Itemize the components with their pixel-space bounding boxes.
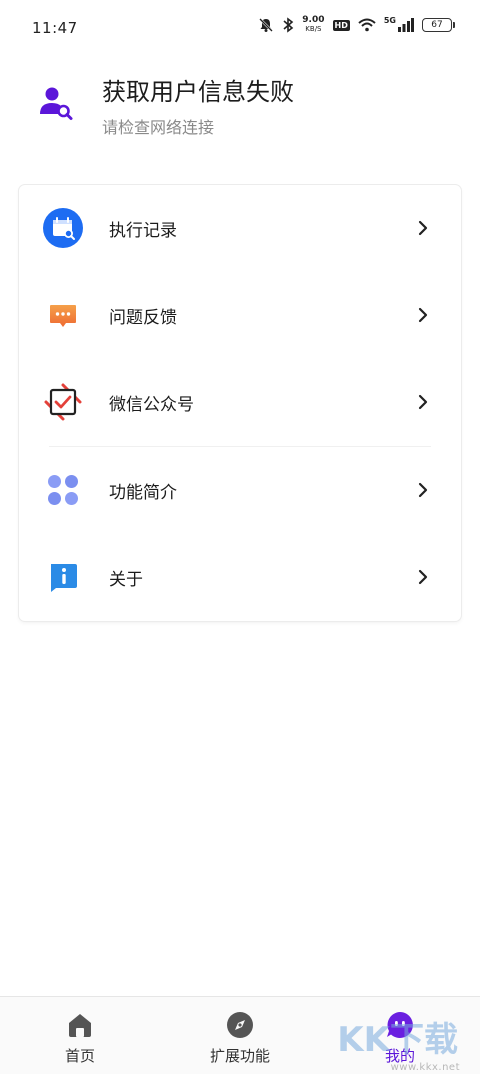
menu-item-wechat-official[interactable]: 微信公众号	[19, 359, 461, 445]
calendar-search-icon	[43, 208, 83, 248]
chevron-right-icon	[418, 569, 428, 585]
user-header[interactable]: 获取用户信息失败 请检查网络连接	[0, 60, 480, 160]
status-icons: 9.00 KB/S HD 5G 67	[258, 15, 455, 34]
menu-item-label: 微信公众号	[109, 395, 194, 415]
chevron-right-icon	[418, 220, 428, 236]
menu-item-label: 关于	[109, 570, 143, 590]
bluetooth-icon	[283, 17, 294, 33]
mute-icon	[259, 18, 274, 32]
menu-item-about[interactable]: 关于	[19, 534, 461, 620]
menu-card: 执行记录 问题反馈 微信公众号 功能简介 关于	[19, 185, 461, 621]
chevron-right-icon	[418, 394, 428, 410]
battery-indicator: 67	[422, 18, 455, 32]
nav-tab-home[interactable]: 首页	[0, 997, 160, 1074]
status-time: 11:47	[32, 19, 78, 37]
signal-icon	[398, 18, 414, 32]
home-icon	[69, 1014, 91, 1037]
compass-icon	[227, 1012, 253, 1038]
menu-item-feedback[interactable]: 问题反馈	[19, 272, 461, 358]
nav-label: 扩展功能	[209, 1047, 270, 1065]
menu-item-execution-log[interactable]: 执行记录	[19, 185, 461, 271]
hd-badge: HD	[332, 19, 350, 31]
status-bar: 11:47 9.00 KB/S HD 5G 67	[0, 0, 480, 56]
nav-label: 首页	[64, 1047, 95, 1065]
watermark-url: www.kkx.net	[390, 1062, 460, 1073]
menu-item-label: 执行记录	[109, 221, 177, 241]
user-status-subtitle: 请检查网络连接	[102, 118, 215, 137]
checkbox-icon	[43, 382, 83, 422]
network-type: 5G	[383, 16, 396, 25]
user-status-title: 获取用户信息失败	[102, 78, 294, 106]
four-petal-icon	[43, 470, 83, 510]
net-speed: 9.00 KB/S	[302, 15, 325, 34]
menu-item-label: 功能简介	[109, 483, 177, 503]
info-bubble-icon	[43, 557, 83, 597]
nav-tab-extensions[interactable]: 扩展功能	[160, 997, 320, 1074]
chevron-right-icon	[418, 307, 428, 323]
menu-item-label: 问题反馈	[109, 308, 177, 328]
user-search-icon	[40, 87, 73, 120]
chat-bubble-icon	[43, 295, 83, 335]
menu-item-features-intro[interactable]: 功能简介	[19, 447, 461, 533]
watermark-logo: KK下载	[337, 1020, 458, 1060]
chevron-right-icon	[418, 482, 428, 498]
wifi-icon	[358, 18, 376, 32]
